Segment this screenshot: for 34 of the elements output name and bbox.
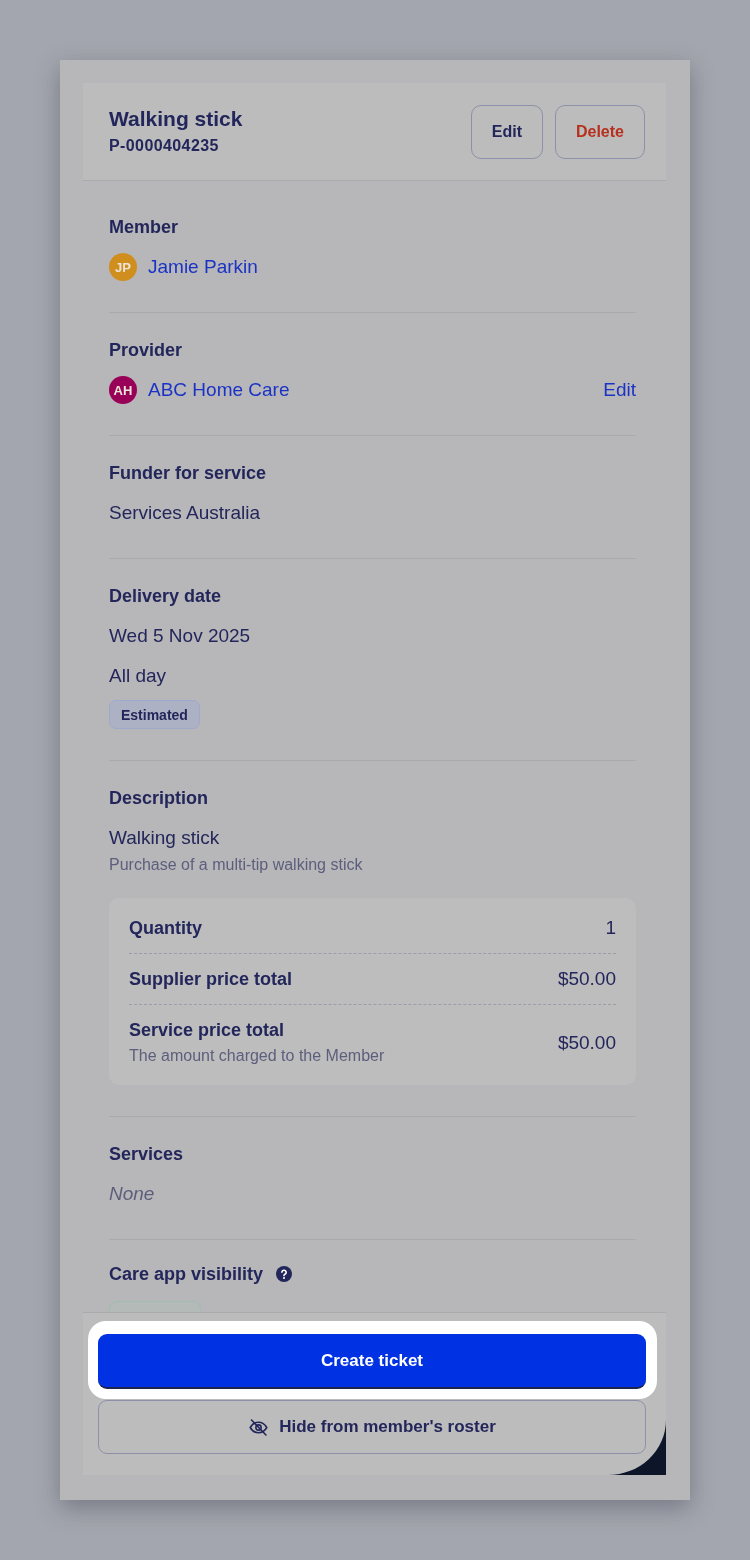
section-label: Care app visibility: [109, 1263, 264, 1286]
eye-slash-icon: [248, 1416, 270, 1438]
avatar: AH: [109, 376, 137, 404]
item-name: Walking stick: [109, 826, 220, 850]
section-label: Funder for service: [109, 462, 267, 485]
status-badge: Estimated: [109, 700, 200, 729]
name-link[interactable]: ABC Home Care: [148, 376, 290, 404]
section-label: Delivery date: [109, 585, 222, 608]
section-label: Provider: [109, 339, 183, 362]
row-label: Service price total: [129, 1019, 286, 1042]
edit-link[interactable]: Edit: [603, 376, 636, 404]
row-value: 1: [605, 916, 616, 940]
field-value: All day: [109, 664, 167, 688]
field-value: Wed 5 Nov 2025: [109, 624, 251, 648]
empty-value: None: [109, 1182, 155, 1206]
row-label: Supplier price total: [129, 968, 293, 991]
item-title: Walking stick: [109, 106, 243, 132]
delete-button[interactable]: Delete: [554, 104, 645, 159]
reference-number: P-0000404235: [109, 136, 220, 156]
row-value: $50.00: [557, 1030, 616, 1055]
help-icon[interactable]: [276, 1266, 293, 1282]
row-note: The amount charged to the Member: [129, 1046, 385, 1066]
section-label: Member: [109, 216, 179, 239]
section-label: Services: [109, 1143, 184, 1166]
item-description: Purchase of a multi-tip walking stick: [109, 855, 363, 875]
field-value: Services Australia: [109, 501, 260, 525]
create-ticket-button[interactable]: Create ticket: [98, 1334, 646, 1389]
section-label: Description: [109, 787, 209, 810]
hide-button[interactable]: Hide from member's roster: [98, 1400, 646, 1454]
row-value: $50.00: [557, 967, 616, 991]
avatar: JP: [109, 253, 137, 281]
edit-button[interactable]: Edit: [470, 104, 543, 159]
name-link[interactable]: Jamie Parkin: [148, 253, 258, 281]
row-label: Quantity: [129, 917, 202, 940]
